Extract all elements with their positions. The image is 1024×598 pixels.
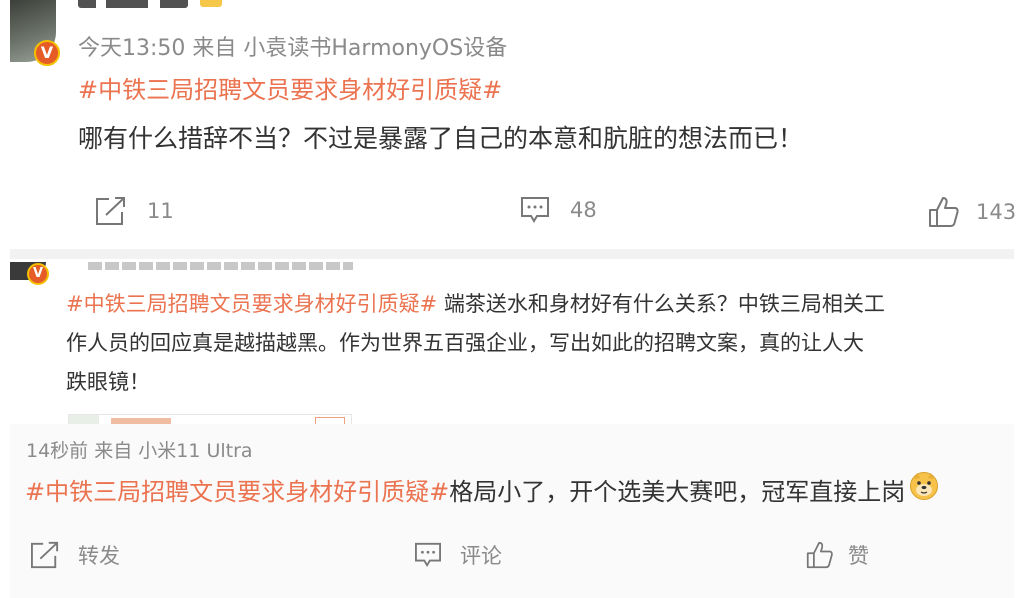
- comment-button[interactable]: 评论: [414, 540, 502, 570]
- post-text-line-2: 作人员的回应真是越描越黑。作为世界五百强企业，写出如此的招聘文案，真的让人大: [66, 331, 864, 355]
- thumbs-up-icon: [806, 541, 834, 569]
- repost-button[interactable]: 转发: [30, 540, 120, 570]
- comment-label: 评论: [460, 544, 502, 568]
- verified-badge: V: [34, 40, 60, 66]
- like-label: 赞: [848, 544, 869, 568]
- post-separator: [10, 249, 1014, 259]
- comment-icon: [414, 542, 442, 568]
- comment-count: 48: [570, 198, 597, 222]
- post-topic[interactable]: #中铁三局招聘文员要求身材好引质疑#: [25, 472, 449, 507]
- post-text-line-3: 跌眼镜！: [66, 370, 150, 394]
- thumbs-up-icon: [928, 196, 960, 228]
- post-topic[interactable]: #中铁三局招聘文员要求身材好引质疑#: [66, 292, 437, 316]
- comment-button[interactable]: 48: [520, 196, 597, 224]
- post-meta: 14秒前 来自 小米11 Ultra: [26, 440, 253, 462]
- member-icon: [200, 0, 222, 7]
- repost-count: 11: [147, 199, 174, 223]
- post-text-line-1: #中铁三局招聘文员要求身材好引质疑# 端茶送水和身材好有什么关系？中铁三局相关工: [66, 292, 885, 316]
- comment-icon: [520, 196, 550, 224]
- post-meta-cropped: [88, 262, 353, 270]
- username-cropped: [78, 0, 188, 8]
- repost-icon: [30, 541, 60, 569]
- post-text: 哪有什么措辞不当？不过是暴露了自己的本意和肮脏的想法而已！: [78, 124, 804, 153]
- like-count: 143: [976, 200, 1017, 224]
- verified-badge-label: V: [32, 266, 44, 281]
- doge-emoji-icon: [909, 471, 939, 507]
- post-body: 格局小了，开个选美大赛吧，冠军直接上岗: [449, 477, 906, 506]
- post-meta: 今天13:50 来自 小袁读书HarmonyOS设备: [78, 36, 508, 61]
- like-button[interactable]: 143: [928, 196, 1016, 228]
- like-button[interactable]: 赞: [806, 540, 869, 570]
- verified-badge-label: V: [40, 43, 54, 62]
- post-text: #中铁三局招聘文员要求身材好引质疑# 端茶送水和身材好有什么关系？中铁三局相关工…: [66, 285, 1006, 402]
- repost-label: 转发: [78, 544, 120, 568]
- verified-badge: V: [27, 263, 49, 285]
- post-topic[interactable]: #中铁三局招聘文员要求身材好引质疑#: [78, 70, 502, 105]
- repost-button[interactable]: 11: [95, 196, 174, 226]
- post-text: #中铁三局招聘文员要求身材好引质疑# 格局小了，开个选美大赛吧，冠军直接上岗: [25, 471, 939, 507]
- repost-icon: [95, 196, 127, 226]
